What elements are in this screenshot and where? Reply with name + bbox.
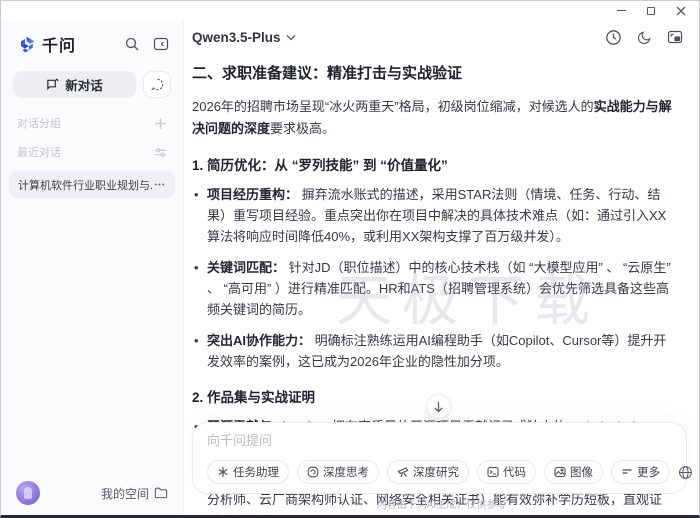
new-chat-button[interactable]: 新对话 [13, 71, 136, 98]
sidebar: 千问 新对话 对话分组 [1, 20, 184, 514]
arrow-down-icon [433, 401, 444, 413]
chip-image[interactable]: 图像 [544, 460, 603, 484]
tune-sliders-icon [154, 146, 167, 159]
chip-label: 深度思考 [323, 464, 369, 480]
bullet-label: 关键词匹配： [207, 260, 285, 275]
sparkle-icon [217, 466, 229, 478]
chip-label: 图像 [570, 464, 593, 480]
section1-title: 1. 简历优化：从 “罗列技能” 到 “价值量化” [192, 154, 673, 174]
app-window: 千问 新对话 对话分组 [0, 0, 700, 518]
web-search-button[interactable] [678, 465, 693, 480]
new-chat-row: 新对话 [13, 71, 171, 98]
chat-item-title: 计算机软件行业职业规划与... [18, 177, 153, 193]
temporary-chat-button[interactable] [143, 71, 171, 98]
close-button[interactable] [675, 5, 687, 17]
plus-icon [154, 117, 167, 130]
minimize-button[interactable] [615, 5, 627, 17]
chip-deep-research[interactable]: 深度研究 [387, 460, 469, 484]
main-header: Qwen3.5-Plus [184, 20, 699, 54]
my-space-label: 我的空间 [101, 485, 149, 502]
deep-think-icon [307, 466, 319, 478]
composer-toolbar: 任务助理 深度思考 深度研究 代码 [207, 459, 674, 485]
bullet-item: 项目经历重构： 摒弃流水账式的描述，采用STAR法则（情境、任务、行动、结果）重… [192, 184, 673, 247]
ai-disclaimer: 内容由千问AI生成，仅供参考 [184, 496, 699, 511]
chip-deep-thinking[interactable]: 深度思考 [297, 460, 379, 484]
collapse-sidebar-button[interactable] [153, 36, 169, 52]
folder-icon [154, 486, 168, 500]
window-titlebar [1, 1, 699, 20]
recent-label: 最近对话 [17, 144, 154, 160]
intro-suffix: 要求极高。 [270, 121, 335, 136]
maximize-icon [647, 7, 655, 15]
sidebar-footer: 我的空间 [1, 481, 183, 505]
model-selector[interactable]: Qwen3.5-Plus [192, 30, 296, 45]
bullet-label: 突出AI协作能力： [207, 333, 311, 348]
chat-more-button[interactable] [153, 178, 166, 191]
image-icon [554, 466, 566, 478]
sidebar-item-chat[interactable]: 计算机软件行业职业规划与... [9, 171, 175, 198]
header-actions [605, 29, 683, 46]
model-name: Qwen3.5-Plus [192, 30, 281, 45]
terminal-icon [487, 466, 499, 478]
chevron-down-icon [286, 34, 296, 41]
telescope-icon [397, 466, 409, 478]
more-lines-icon [621, 466, 633, 478]
logo-row: 千问 [1, 20, 183, 56]
picture-in-picture-icon [667, 29, 683, 45]
prompt-input[interactable] [207, 433, 674, 448]
search-button[interactable] [124, 36, 140, 52]
ellipsis-icon [153, 178, 166, 191]
message-heading: 二、求职准备建议：精准打击与实战验证 [192, 62, 673, 83]
panel-collapse-icon [153, 36, 169, 52]
new-chat-label: 新对话 [65, 75, 103, 94]
recent-row: 最近对话 [17, 144, 167, 160]
chip-label: 深度研究 [413, 464, 459, 480]
globe-icon [678, 465, 693, 480]
composer: 任务助理 深度思考 深度研究 代码 [192, 422, 687, 494]
chip-task-assistant[interactable]: 任务助理 [207, 460, 289, 484]
history-button[interactable] [605, 29, 622, 46]
add-group-button[interactable] [154, 117, 167, 130]
section1-list: 项目经历重构： 摒弃流水账式的描述，采用STAR法则（情境、任务、行动、结果）重… [192, 184, 673, 372]
chip-more[interactable]: 更多 [611, 460, 670, 484]
groups-row: 对话分组 [17, 115, 167, 131]
my-space-button[interactable]: 我的空间 [101, 485, 168, 502]
chip-label: 更多 [637, 464, 660, 480]
search-icon [124, 36, 140, 52]
filter-chats-button[interactable] [154, 146, 167, 159]
clock-history-icon [605, 29, 622, 46]
chip-label: 代码 [503, 464, 526, 480]
intro-prefix: 2026年的招聘市场呈现“冰火两重天”格局，初级岗位缩减，对候选人的 [192, 99, 594, 114]
bullet-item: 关键词匹配： 针对JD（职位描述）中的核心技术栈（如 “大模型应用” 、 “云原… [192, 257, 673, 320]
minimize-icon [617, 10, 626, 12]
bullet-item: 突出AI协作能力： 明确标注熟练运用AI编程助手（如Copilot、Cursor… [192, 330, 673, 372]
scroll-to-bottom-button[interactable] [426, 394, 451, 419]
chip-code[interactable]: 代码 [477, 460, 536, 484]
layout-button[interactable] [667, 29, 683, 45]
moon-icon [637, 30, 652, 45]
bullet-label: 项目经历重构： [207, 187, 298, 202]
composer-right-actions [678, 459, 699, 485]
dark-mode-button[interactable] [637, 30, 652, 45]
qwen-logo-icon [17, 35, 36, 54]
groups-label: 对话分组 [17, 115, 154, 131]
app-title: 千问 [42, 32, 76, 56]
chip-label: 任务助理 [233, 464, 279, 480]
maximize-button[interactable] [645, 5, 657, 17]
main-panel: Qwen3.5-Plus 二、求职准备建议：精准打击与实战验证 [184, 20, 699, 514]
message-intro: 2026年的招聘市场呈现“冰火两重天”格局，初级岗位缩减，对候选人的实战能力与解… [192, 96, 673, 140]
dashed-bubble-icon [150, 77, 165, 92]
close-icon [676, 6, 686, 16]
new-chat-icon [46, 78, 59, 91]
user-avatar[interactable] [16, 481, 40, 505]
